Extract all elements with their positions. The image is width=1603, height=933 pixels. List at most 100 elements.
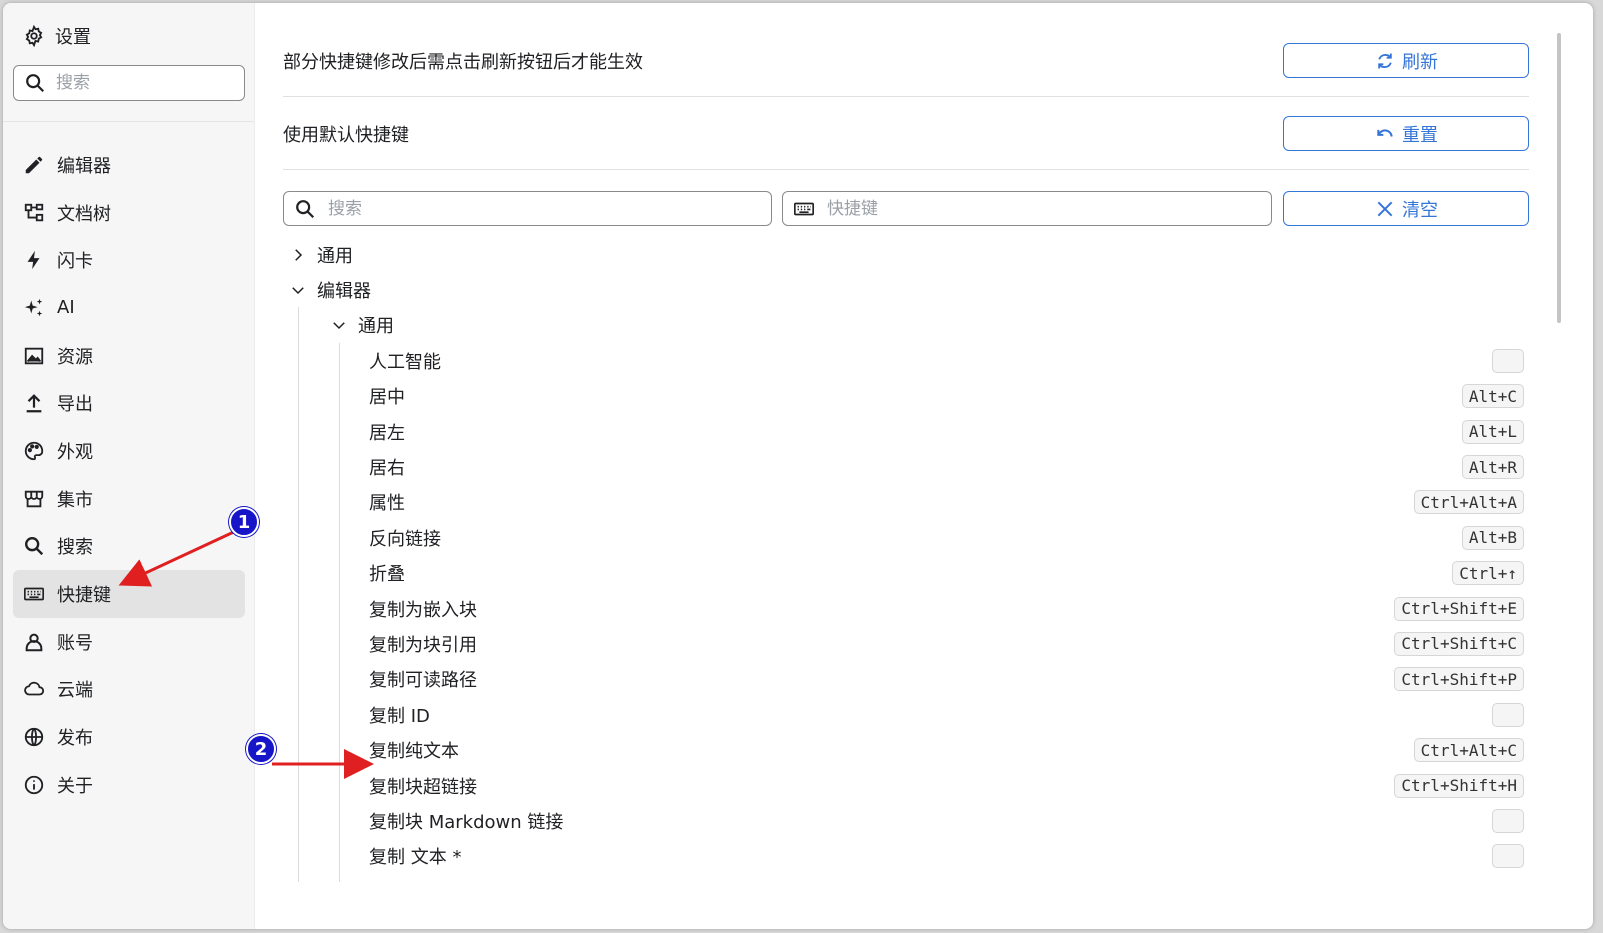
shortcut-key[interactable] xyxy=(1492,702,1524,727)
shortcut-key[interactable]: Alt+B xyxy=(1461,525,1524,550)
shortcut-label: 复制为嵌入块 xyxy=(369,599,477,621)
refresh-hint: 部分快捷键修改后需点击刷新按钮后才能生效 xyxy=(283,51,643,73)
shortcut-row[interactable]: 复制为块引用 Ctrl+Shift+C xyxy=(283,626,1529,661)
sidebar-item-label: 闪卡 xyxy=(57,251,93,273)
shortcut-key[interactable] xyxy=(1492,844,1524,869)
sidebar-item-label: 编辑器 xyxy=(57,155,111,177)
shortcut-key[interactable]: Ctrl+Shift+P xyxy=(1394,667,1524,692)
shortcut-key[interactable] xyxy=(1492,808,1524,833)
store-icon xyxy=(23,488,45,510)
shortcut-label: 居左 xyxy=(369,422,405,444)
sidebar-item-search[interactable]: 搜索 xyxy=(13,523,245,571)
sidebar-item-about[interactable]: 关于 xyxy=(13,761,245,809)
shortcut-label: 复制块超链接 xyxy=(369,776,477,798)
user-icon xyxy=(23,631,45,653)
shortcut-row[interactable]: 复制 ID xyxy=(283,697,1529,732)
shortcut-label: 人工智能 xyxy=(369,351,441,373)
sidebar-item-label: 快捷键 xyxy=(57,585,111,607)
sidebar-header: 设置 xyxy=(23,23,91,49)
undo-icon xyxy=(1374,123,1396,145)
shortcut-row[interactable]: 居右 Alt+R xyxy=(283,449,1529,484)
shortcut-row[interactable]: 复制纯文本 Ctrl+Alt+C xyxy=(283,732,1529,767)
sidebar-item-bazaar[interactable]: 集市 xyxy=(13,475,245,523)
sidebar-divider xyxy=(3,121,254,122)
tree-group-editor-general[interactable]: 通用 xyxy=(283,308,1529,343)
sidebar-item-flashcard[interactable]: 闪卡 xyxy=(13,236,245,284)
sidebar-item-account[interactable]: 账号 xyxy=(13,618,245,666)
sidebar-item-ai[interactable]: AI xyxy=(13,284,245,332)
close-icon xyxy=(1374,198,1396,220)
shortcut-row[interactable]: 反向链接 Alt+B xyxy=(283,520,1529,555)
sidebar-item-label: 搜索 xyxy=(57,537,93,559)
annotation-badge-2: 2 xyxy=(246,734,276,764)
scrollbar[interactable] xyxy=(1557,33,1561,323)
refresh-button-label: 刷新 xyxy=(1402,51,1438,73)
sidebar-item-assets[interactable]: 资源 xyxy=(13,332,245,380)
shortcut-row[interactable]: 复制为嵌入块 Ctrl+Shift+E xyxy=(283,591,1529,626)
sidebar-item-label: 导出 xyxy=(57,394,93,416)
keymap-tree: 通用 编辑器 通用 人工智能 居中 Alt+C 居左 Alt+L 居右 Alt+R 属… xyxy=(283,237,1529,874)
tree-group-editor[interactable]: 编辑器 xyxy=(283,272,1529,307)
keymap-shortcut-filter[interactable] xyxy=(782,191,1272,226)
shortcut-key[interactable]: Ctrl+Shift+H xyxy=(1394,773,1524,798)
shortcut-row[interactable]: 折叠 Ctrl+↑ xyxy=(283,556,1529,591)
keymap-panel: 部分快捷键修改后需点击刷新按钮后才能生效 刷新 使用默认快捷键 重置 搜索 快捷… xyxy=(283,3,1533,929)
sidebar-item-label: 文档树 xyxy=(57,203,111,225)
shortcut-key[interactable]: Ctrl+Alt+A xyxy=(1413,490,1524,515)
shortcut-row[interactable]: 人工智能 xyxy=(283,343,1529,378)
clear-button[interactable]: 清空 xyxy=(1283,191,1529,226)
refresh-button[interactable]: 刷新 xyxy=(1283,43,1529,78)
info-icon xyxy=(23,774,45,796)
sidebar-item-appearance[interactable]: 外观 xyxy=(13,427,245,475)
sidebar-item-publish[interactable]: 发布 xyxy=(13,713,245,761)
sidebar-item-label: 发布 xyxy=(57,728,93,750)
shortcut-label: 复制为块引用 xyxy=(369,634,477,656)
shortcut-key[interactable]: Alt+C xyxy=(1461,384,1524,409)
shortcut-key[interactable]: Ctrl+Alt+C xyxy=(1413,738,1524,763)
shortcut-row[interactable]: 居中 Alt+C xyxy=(283,379,1529,414)
tree-icon xyxy=(23,202,45,224)
reset-row: 使用默认快捷键 重置 xyxy=(283,98,1529,170)
sidebar-item-label: 外观 xyxy=(57,441,93,463)
shortcut-key[interactable]: Ctrl+↑ xyxy=(1452,561,1524,586)
globe-icon xyxy=(23,726,45,748)
shortcut-key[interactable]: Alt+L xyxy=(1461,419,1524,444)
shortcut-label: 折叠 xyxy=(369,564,405,586)
shortcut-label: 居中 xyxy=(369,387,405,409)
refresh-row: 部分快捷键修改后需点击刷新按钮后才能生效 刷新 xyxy=(283,25,1529,97)
keymap-search[interactable] xyxy=(283,191,772,226)
annotation-badge-1: 1 xyxy=(229,507,259,537)
sidebar-item-cloud[interactable]: 云端 xyxy=(13,666,245,714)
shortcut-row[interactable]: 复制块 Markdown 链接 xyxy=(283,803,1529,838)
sidebar: 设置 编辑器 文档树 闪卡 AI xyxy=(3,3,255,929)
shortcut-label: 复制可读路径 xyxy=(369,670,477,692)
shortcut-key[interactable]: Ctrl+Shift+E xyxy=(1394,596,1524,621)
shortcut-key[interactable]: Ctrl+Shift+C xyxy=(1394,631,1524,656)
tree-group-general[interactable]: 通用 xyxy=(283,237,1529,272)
sidebar-item-label: 关于 xyxy=(57,775,93,797)
shortcut-key[interactable] xyxy=(1492,348,1524,373)
sidebar-item-export[interactable]: 导出 xyxy=(13,379,245,427)
sidebar-item-doctree[interactable]: 文档树 xyxy=(13,189,245,237)
shortcut-row[interactable]: 复制 文本 * xyxy=(283,839,1529,874)
sidebar-item-label: 集市 xyxy=(57,489,93,511)
palette-icon xyxy=(23,440,45,462)
sidebar-nav: 编辑器 文档树 闪卡 AI 资源 导出 外观 集市 搜索 快捷键 账号 云端 发… xyxy=(13,141,245,809)
shortcut-row[interactable]: 属性 Ctrl+Alt+A xyxy=(283,485,1529,520)
page-title: 设置 xyxy=(55,27,91,48)
search-icon xyxy=(23,535,45,557)
shortcut-row[interactable]: 复制块超链接 Ctrl+Shift+H xyxy=(283,768,1529,803)
shortcut-row[interactable]: 居左 Alt+L xyxy=(283,414,1529,449)
shortcut-row[interactable]: 复制可读路径 Ctrl+Shift+P xyxy=(283,662,1529,697)
keymap-search-input[interactable] xyxy=(328,198,728,219)
sidebar-search[interactable] xyxy=(13,65,245,101)
sidebar-search-input[interactable] xyxy=(56,73,226,93)
image-icon xyxy=(23,345,45,367)
sidebar-item-keymap[interactable]: 快捷键 xyxy=(13,570,245,618)
chevron-down-icon xyxy=(330,316,348,334)
reset-button[interactable]: 重置 xyxy=(1283,116,1529,151)
shortcut-key[interactable]: Alt+R xyxy=(1461,455,1524,480)
sidebar-item-editor[interactable]: 编辑器 xyxy=(13,141,245,189)
shortcut-label: 属性 xyxy=(369,493,405,515)
keymap-shortcut-input[interactable] xyxy=(827,198,1227,219)
